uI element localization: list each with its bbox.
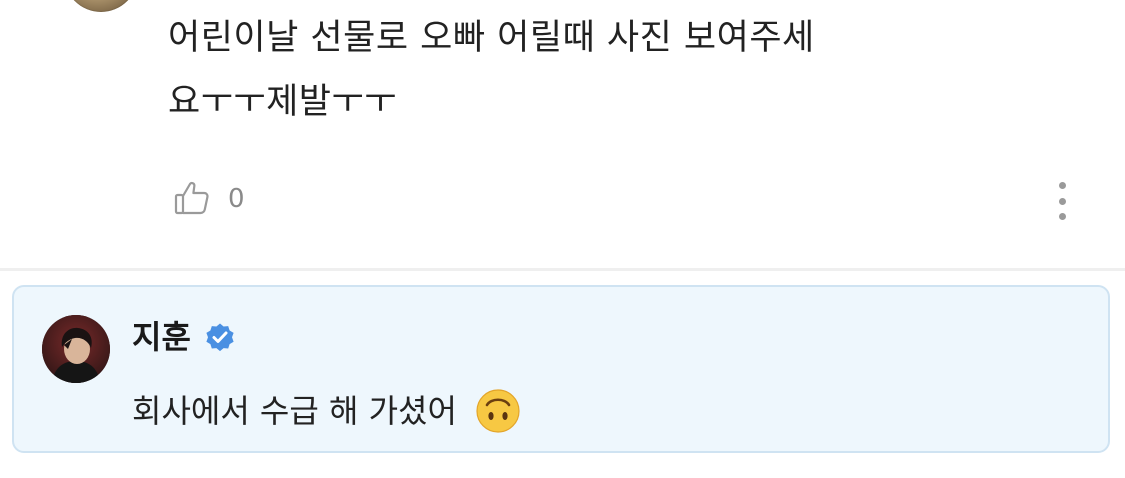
comment-line: 요ㅜㅜ제발ㅜㅜ	[168, 82, 397, 122]
more-vertical-icon	[1058, 213, 1066, 220]
like-count: 0	[228, 184, 245, 214]
reply-body: 회사에서 수급 해 가셨어	[132, 387, 521, 435]
avatar-photo	[42, 315, 110, 383]
verified-badge-icon	[203, 320, 237, 354]
comment-line: 어린이날 선물로 오빠 어릴때 사진 보여주세	[168, 18, 815, 58]
thumbs-up-icon	[174, 181, 209, 215]
more-options-button[interactable]	[1046, 180, 1078, 222]
artist-reply: 지훈 회사에서 수급 해 가셨어	[12, 285, 1110, 453]
reply-header: 지훈	[132, 317, 237, 357]
divider	[0, 268, 1125, 271]
comment-body: 어린이날 선물로 오빠 어릴때 사진 보여주세 요ㅜㅜ제발ㅜㅜ	[168, 6, 908, 134]
artist-name[interactable]: 지훈	[132, 317, 191, 357]
artist-avatar[interactable]	[42, 315, 110, 383]
like-button[interactable]	[170, 176, 214, 220]
upside-down-face-emoji	[475, 388, 521, 434]
commenter-avatar[interactable]	[64, 0, 138, 12]
comment-thread: 어린이날 선물로 오빠 어릴때 사진 보여주세 요ㅜㅜ제발ㅜㅜ 0 지훈 회사에…	[0, 0, 1125, 478]
reply-message: 회사에서 수급 해 가셨어	[132, 392, 457, 430]
more-vertical-icon	[1058, 197, 1066, 205]
more-vertical-icon	[1058, 182, 1066, 189]
